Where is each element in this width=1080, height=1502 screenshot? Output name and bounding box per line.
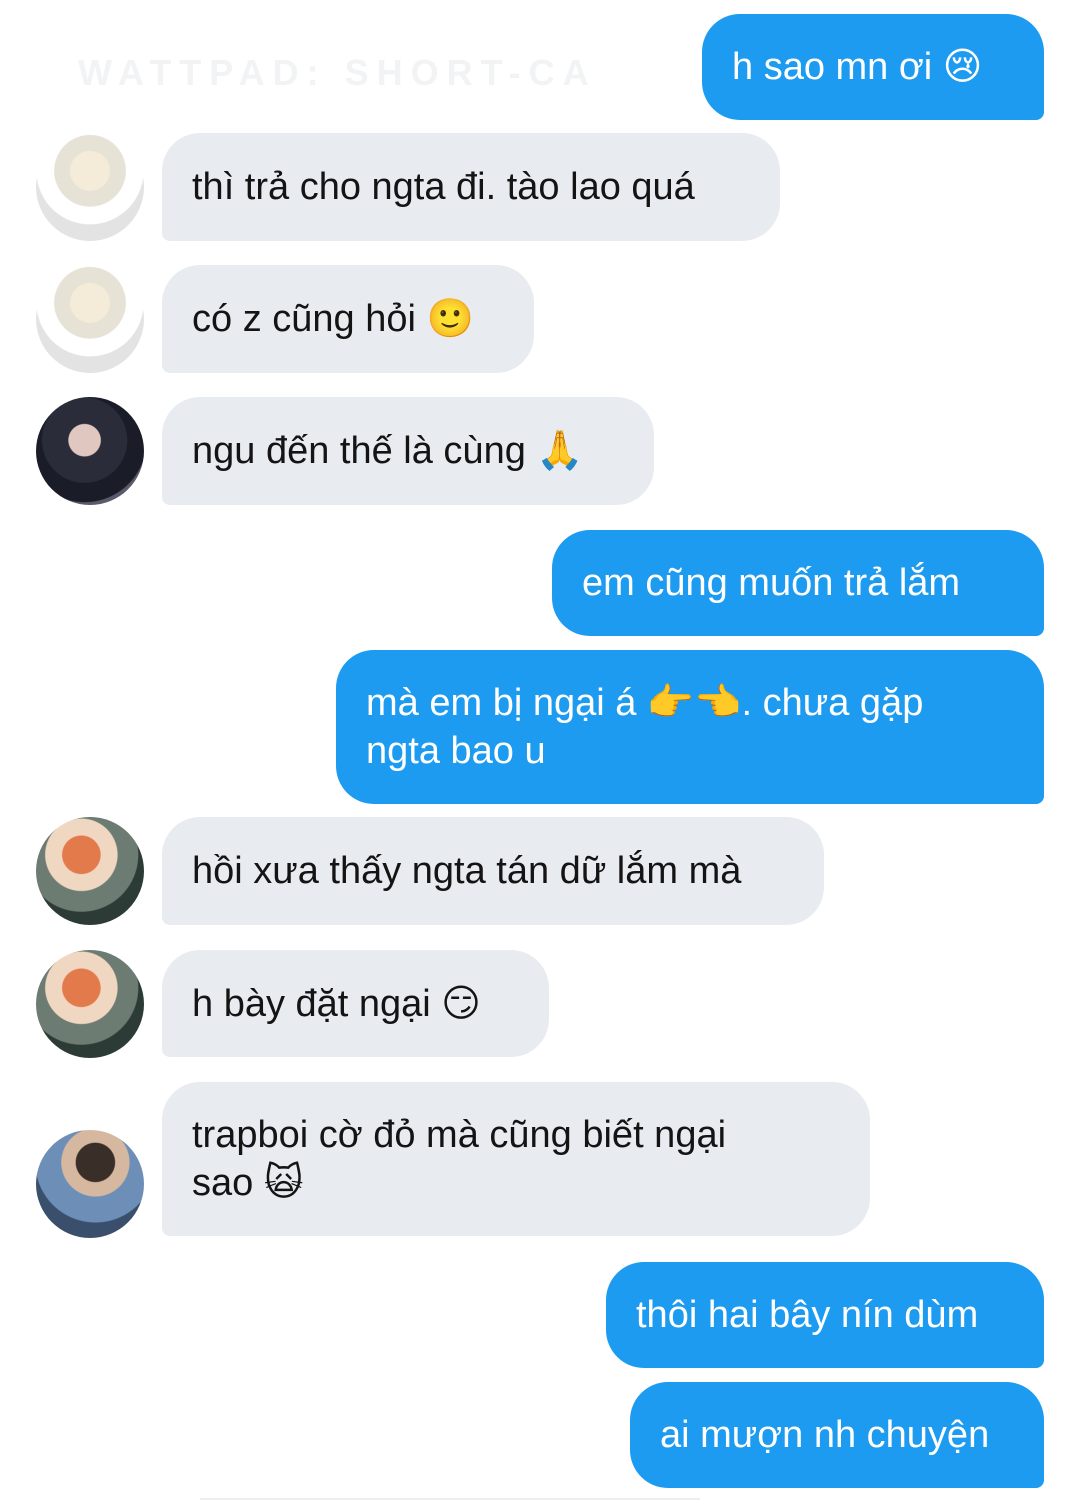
outgoing-message[interactable]: h sao mn ơi 😢 (702, 14, 1044, 120)
avatar-red-hair-boy[interactable] (36, 950, 144, 1058)
avatar-blond-boy[interactable] (36, 133, 144, 241)
outgoing-message[interactable]: ai mượn nh chuyện (630, 1382, 1044, 1488)
avatar-denim-boy[interactable] (36, 1130, 144, 1238)
outgoing-message[interactable]: em cũng muốn trả lắm (552, 530, 1044, 636)
incoming-message[interactable]: thì trả cho ngta đi. tào lao quá (162, 133, 780, 241)
incoming-message[interactable]: hồi xưa thấy ngta tán dữ lắm mà (162, 817, 824, 925)
incoming-message[interactable]: trapboi cờ đỏ mà cũng biết ngại sao 🙀 (162, 1082, 870, 1236)
incoming-message[interactable]: ngu đến thế là cùng 🙏 (162, 397, 654, 505)
avatar-dark-hair-boy[interactable] (36, 397, 144, 505)
avatar-red-hair-boy[interactable] (36, 817, 144, 925)
incoming-message[interactable]: có z cũng hỏi 🙂 (162, 265, 534, 373)
bottom-divider (200, 1498, 700, 1500)
avatar-blond-boy[interactable] (36, 265, 144, 373)
watermark-text: WATTPAD: SHORT-CA (78, 52, 597, 93)
incoming-message[interactable]: h bày đặt ngại 😏 (162, 950, 549, 1057)
outgoing-message[interactable]: thôi hai bây nín dùm (606, 1262, 1044, 1368)
outgoing-message[interactable]: mà em bị ngại á 👉👈. chưa gặp ngta bao u (336, 650, 1044, 804)
